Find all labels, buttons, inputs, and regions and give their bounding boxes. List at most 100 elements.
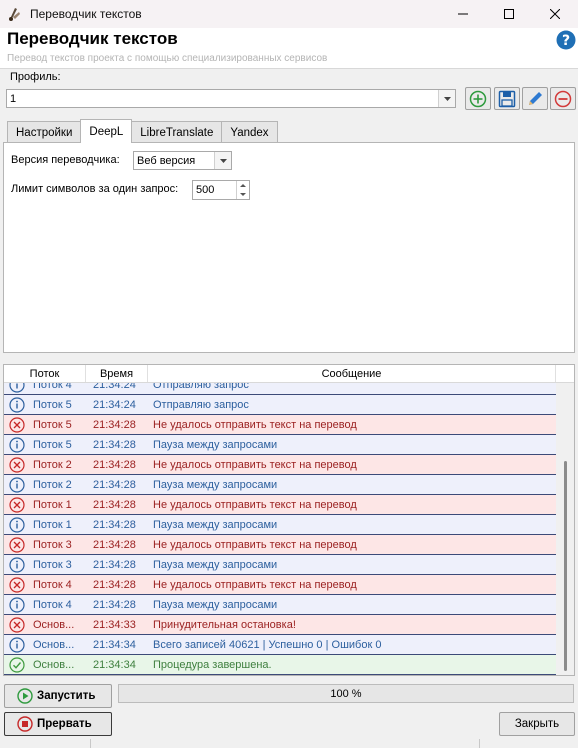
log-message: Пауза между запросами (153, 598, 278, 611)
log-row[interactable]: Поток 5 21:34:24 Отправляю запрос (4, 395, 556, 415)
edit-profile-button[interactable] (522, 87, 548, 110)
minus-circle-icon (554, 90, 572, 107)
log-row[interactable]: Поток 5 21:34:28 Пауза между запросами (4, 435, 556, 455)
log-message: Пауза между запросами (153, 518, 278, 531)
log-thread: Поток 1 (33, 518, 72, 531)
delete-profile-button[interactable] (550, 87, 576, 110)
log-row[interactable]: Поток 5 21:34:28 Не удалось отправить текс… (4, 415, 556, 435)
log-thread: Поток 2 (33, 478, 72, 491)
log-row[interactable]: Поток 1 21:34:28 Пауза между запросами (4, 515, 556, 535)
column-message[interactable]: Сообщение (148, 365, 556, 382)
add-profile-button[interactable] (465, 87, 491, 110)
log-message: Не удалось отправить текст на перевод (153, 418, 357, 431)
error-icon (9, 456, 25, 473)
error-icon (9, 496, 25, 513)
save-icon (498, 90, 516, 107)
log-thread: Основ... (33, 658, 75, 671)
spin-up-icon[interactable] (237, 181, 249, 190)
profile-value: 1 (10, 92, 17, 105)
column-time[interactable]: Время (86, 365, 148, 382)
log-row[interactable]: Основ... 21:34:33 Принудительная остановка… (4, 615, 556, 635)
log-time: 21:34:28 (93, 578, 136, 591)
log-thread: Поток 2 (33, 458, 72, 471)
profile-select[interactable]: 1 (6, 89, 456, 108)
log-message: Процедура завершена. (153, 658, 272, 671)
spin-down-icon[interactable] (237, 190, 249, 199)
info-icon (9, 516, 25, 533)
status-bar (0, 739, 578, 748)
stop-label: Прервать (37, 718, 92, 730)
log-time: 21:34:34 (93, 638, 136, 651)
status-segment (90, 739, 480, 748)
start-label: Запустить (37, 690, 96, 702)
minimize-icon (458, 13, 468, 15)
chevron-down-icon[interactable] (438, 90, 455, 107)
info-icon (9, 636, 25, 653)
column-thread[interactable]: Поток (4, 365, 86, 382)
close-window-button[interactable] (532, 0, 578, 28)
error-icon (9, 616, 25, 633)
log-time: 21:34:28 (93, 418, 136, 431)
tab-yandex[interactable]: Yandex (221, 121, 278, 143)
log-time: 21:34:28 (93, 538, 136, 551)
log-message: Не удалось отправить текст на перевод (153, 538, 357, 551)
chevron-down-icon[interactable] (214, 152, 231, 169)
log-message: Не удалось отправить текст на перевод (153, 458, 357, 471)
page-title: Переводчик текстов (7, 29, 178, 48)
save-profile-button[interactable] (494, 87, 520, 110)
header-panel: Переводчик текстов Перевод текстов проек… (0, 28, 578, 69)
log-row[interactable]: Основ... 21:34:34 Процедура завершена. (4, 655, 556, 675)
limit-spinner[interactable]: 500 (192, 180, 250, 200)
plus-circle-icon (469, 90, 487, 107)
info-icon (9, 436, 25, 453)
progress-text: 100 % (330, 687, 362, 700)
log-table[interactable]: Поток Время Сообщение Поток 4 21:34:24 Отп… (3, 364, 575, 676)
version-select[interactable]: Веб версия (133, 151, 232, 170)
app-logo-icon (9, 8, 20, 21)
log-time: 21:34:28 (93, 498, 136, 511)
log-row[interactable]: Поток 2 21:34:28 Не удалось отправить текс… (4, 455, 556, 475)
scroll-thumb[interactable] (564, 461, 567, 671)
log-thread: Поток 1 (33, 498, 72, 511)
check-icon (9, 656, 25, 673)
tab-libretranslate[interactable]: LibreTranslate (131, 121, 223, 143)
help-icon[interactable]: ? (556, 30, 576, 50)
log-time: 21:34:28 (93, 518, 136, 531)
log-message: Пауза между запросами (153, 478, 278, 491)
tab-deepl[interactable]: DeepL (80, 119, 133, 143)
log-row[interactable]: Поток 4 21:34:28 Не удалось отправить текс… (4, 575, 556, 595)
log-time: 21:34:28 (93, 438, 136, 451)
limit-value: 500 (196, 184, 215, 196)
log-row[interactable]: Поток 2 21:34:28 Пауза между запросами (4, 475, 556, 495)
log-thread: Поток 5 (33, 438, 72, 451)
log-row[interactable]: Поток 3 21:34:28 Пауза между запросами (4, 555, 556, 575)
close-icon (550, 9, 560, 19)
log-scrollbar[interactable] (556, 383, 574, 675)
start-button[interactable]: Запустить (4, 684, 112, 708)
tab-settings[interactable]: Настройки (7, 121, 82, 143)
close-label: Закрыть (514, 718, 560, 730)
version-value: Веб версия (137, 154, 196, 167)
log-thread: Основ... (33, 638, 75, 651)
play-icon (17, 688, 33, 704)
log-thread: Поток 4 (33, 598, 72, 611)
log-message: Не удалось отправить текст на перевод (153, 578, 357, 591)
maximize-button[interactable] (486, 0, 532, 28)
log-rows: Поток 4 21:34:24 Отправляю запрос Поток 5 21… (4, 375, 556, 675)
error-icon (9, 416, 25, 433)
log-message: Пауза между запросами (153, 438, 278, 451)
log-message: Принудительная остановка! (153, 618, 296, 631)
close-button[interactable]: Закрыть (499, 712, 575, 736)
error-icon (9, 576, 25, 593)
log-row[interactable]: Поток 1 21:34:28 Не удалось отправить текс… (4, 495, 556, 515)
log-row[interactable]: Поток 4 21:34:28 Пауза между запросами (4, 595, 556, 615)
log-message: Не удалось отправить текст на перевод (153, 498, 357, 511)
minimize-button[interactable] (440, 0, 486, 28)
log-thread: Поток 5 (33, 418, 72, 431)
info-icon (9, 476, 25, 493)
log-row[interactable]: Поток 3 21:34:28 Не удалось отправить текс… (4, 535, 556, 555)
log-row[interactable]: Основ... 21:34:34 Всего записей 40621 | Ус… (4, 635, 556, 655)
info-icon (9, 596, 25, 613)
stop-button[interactable]: Прервать (4, 712, 112, 736)
log-header: Поток Время Сообщение (4, 365, 574, 383)
